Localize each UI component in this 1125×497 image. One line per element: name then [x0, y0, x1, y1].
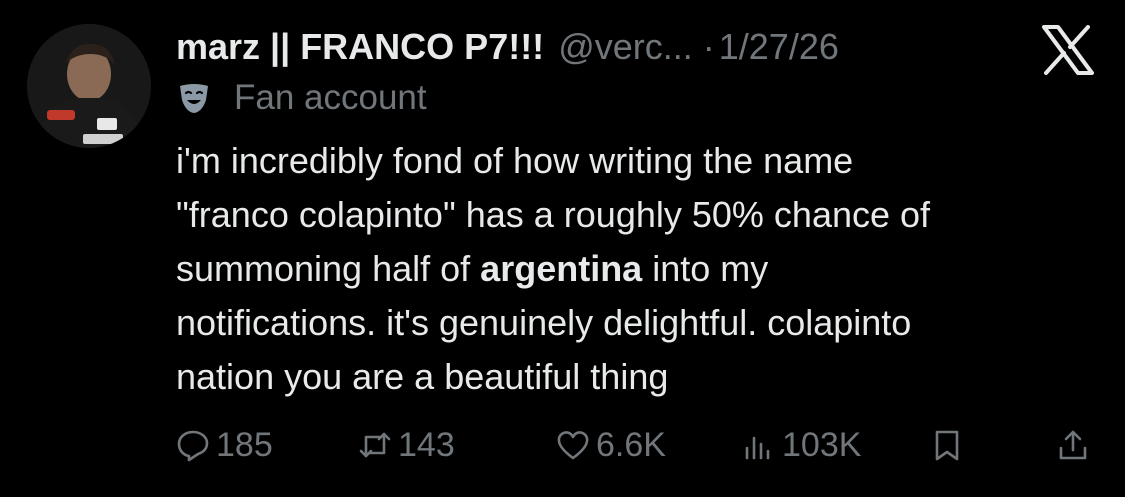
- views-count: 103K: [782, 425, 862, 464]
- bold-word: argentina: [480, 248, 643, 289]
- action-bar: 185 143 6.6K 103K: [176, 420, 1096, 470]
- repost-button[interactable]: 143: [358, 420, 455, 470]
- post-header: marz || FRANCO P7!!! @verc... · 1/27/26: [176, 22, 839, 72]
- avatar[interactable]: [27, 24, 151, 148]
- display-name[interactable]: marz || FRANCO P7!!!: [176, 25, 544, 69]
- post-line-5: nation you are a beautiful thing: [176, 356, 669, 397]
- reply-icon: [177, 430, 209, 462]
- post-date[interactable]: 1/27/26: [719, 25, 839, 69]
- post-line-2: "franco colapinto" has a roughly 50% cha…: [176, 194, 931, 235]
- like-count: 6.6K: [596, 425, 666, 464]
- heart-icon: [557, 431, 589, 460]
- post-line-4: notifications. it's genuinely delightful…: [176, 302, 912, 343]
- views-icon: [745, 436, 770, 460]
- post-line-3: summoning half of argentina into my: [176, 242, 1106, 296]
- user-handle[interactable]: @verc...: [558, 25, 693, 69]
- reply-button[interactable]: 185: [176, 420, 273, 470]
- post-line-3-start: summoning half of: [176, 248, 471, 289]
- like-button[interactable]: 6.6K: [556, 420, 666, 470]
- repost-icon: [359, 432, 391, 458]
- share-icon: [1059, 430, 1087, 460]
- bookmark-icon: [935, 430, 959, 461]
- repost-count: 143: [398, 425, 455, 464]
- post-line-1: i'm incredibly fond of how writing the n…: [176, 140, 854, 181]
- reply-count: 185: [216, 425, 273, 464]
- post-text: i'm incredibly fond of how writing the n…: [176, 134, 1106, 404]
- avatar-photo: [27, 24, 151, 148]
- separator-dot: ·: [702, 26, 715, 67]
- x-logo-icon[interactable]: [1040, 25, 1096, 75]
- post-line-3-end: into my: [652, 248, 769, 289]
- views-button[interactable]: 103K: [742, 420, 861, 470]
- share-button[interactable]: [1056, 420, 1096, 470]
- label-text[interactable]: Fan account: [234, 78, 427, 118]
- theater-mask-icon: [180, 84, 208, 113]
- bookmark-button[interactable]: [930, 420, 970, 470]
- account-label: Fan account: [176, 76, 427, 120]
